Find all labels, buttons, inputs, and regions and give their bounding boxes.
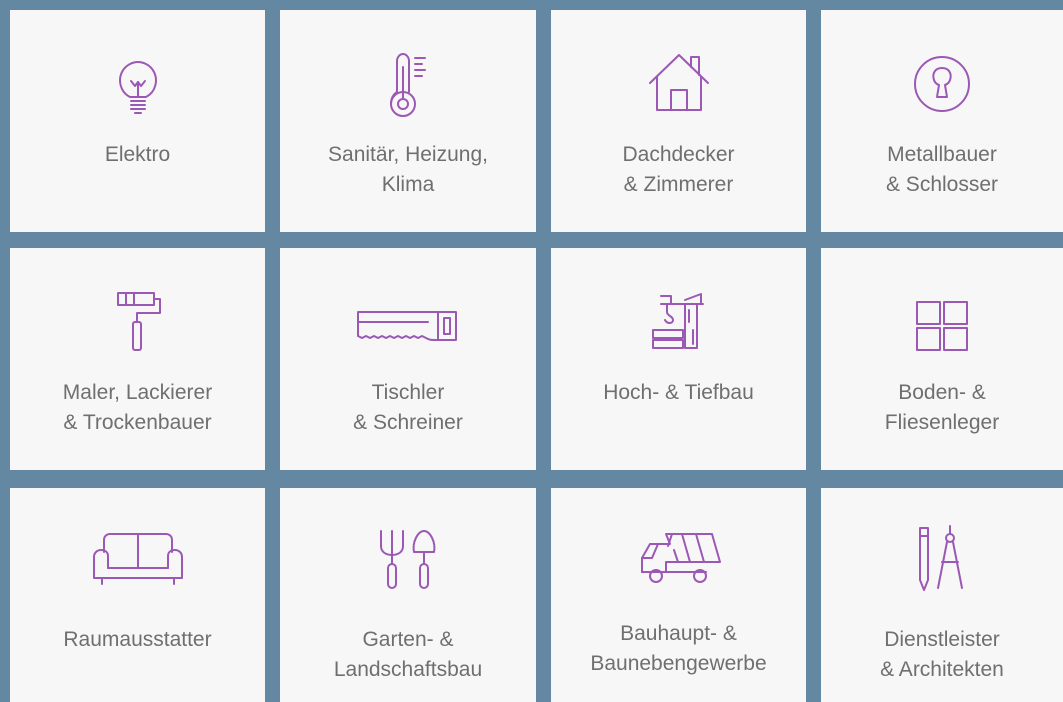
tile-label: Sanitär, Heizung, Klima [328, 143, 488, 196]
tiles-icon [915, 300, 969, 352]
thermometer-icon [383, 52, 433, 122]
tile-label: Hoch- & Tiefbau [603, 381, 754, 404]
paint-roller-icon [112, 290, 164, 354]
tile-hochbau[interactable]: Hoch- & Tiefbau [551, 248, 806, 470]
tile-dachdecker[interactable]: Dachdecker & Zimmerer [551, 10, 806, 232]
sofa-icon [92, 532, 184, 586]
tile-label: Raumausstatter [63, 628, 212, 651]
lightbulb-icon [116, 60, 160, 122]
tile-garten[interactable]: Garten- & Landschaftsbau [280, 488, 536, 702]
tile-sanitaer[interactable]: Sanitär, Heizung, Klima [280, 10, 536, 232]
keyhole-icon [913, 55, 971, 113]
tile-label: Elektro [104, 143, 171, 166]
tile-label: Tischler & Schreiner [353, 381, 463, 434]
crane-icon [647, 290, 711, 350]
house-icon [647, 52, 711, 112]
tile-dienstleister[interactable]: Dienstleister & Architekten [821, 488, 1063, 702]
tile-elektro[interactable]: Elektro [10, 10, 265, 232]
tile-label: Maler, Lackierer & Trockenbauer [62, 381, 213, 434]
pencil-compass-icon [916, 524, 968, 596]
garden-tools-icon [378, 528, 438, 590]
tile-raumausstatter[interactable]: Raumausstatter [10, 488, 265, 702]
tile-metallbauer[interactable]: Metallbauer & Schlosser [821, 10, 1063, 232]
tile-label: Dachdecker & Zimmerer [622, 143, 735, 196]
tile-label: Dienstleister & Architekten [880, 628, 1004, 681]
tile-label: Metallbauer & Schlosser [885, 143, 999, 196]
tile-bauhaupt[interactable]: Bauhaupt- & Baunebengewerbe [551, 488, 806, 702]
tile-tischler[interactable]: Tischler & Schreiner [280, 248, 536, 470]
tile-label: Boden- & Fliesenleger [884, 381, 1000, 434]
saw-icon [356, 310, 460, 344]
dump-truck-icon [636, 528, 722, 588]
tile-maler[interactable]: Maler, Lackierer & Trockenbauer [10, 248, 265, 470]
tile-label: Garten- & Landschaftsbau [333, 628, 483, 681]
tile-label: Bauhaupt- & Baunebengewerbe [590, 622, 767, 675]
tile-boden[interactable]: Boden- & Fliesenleger [821, 248, 1063, 470]
